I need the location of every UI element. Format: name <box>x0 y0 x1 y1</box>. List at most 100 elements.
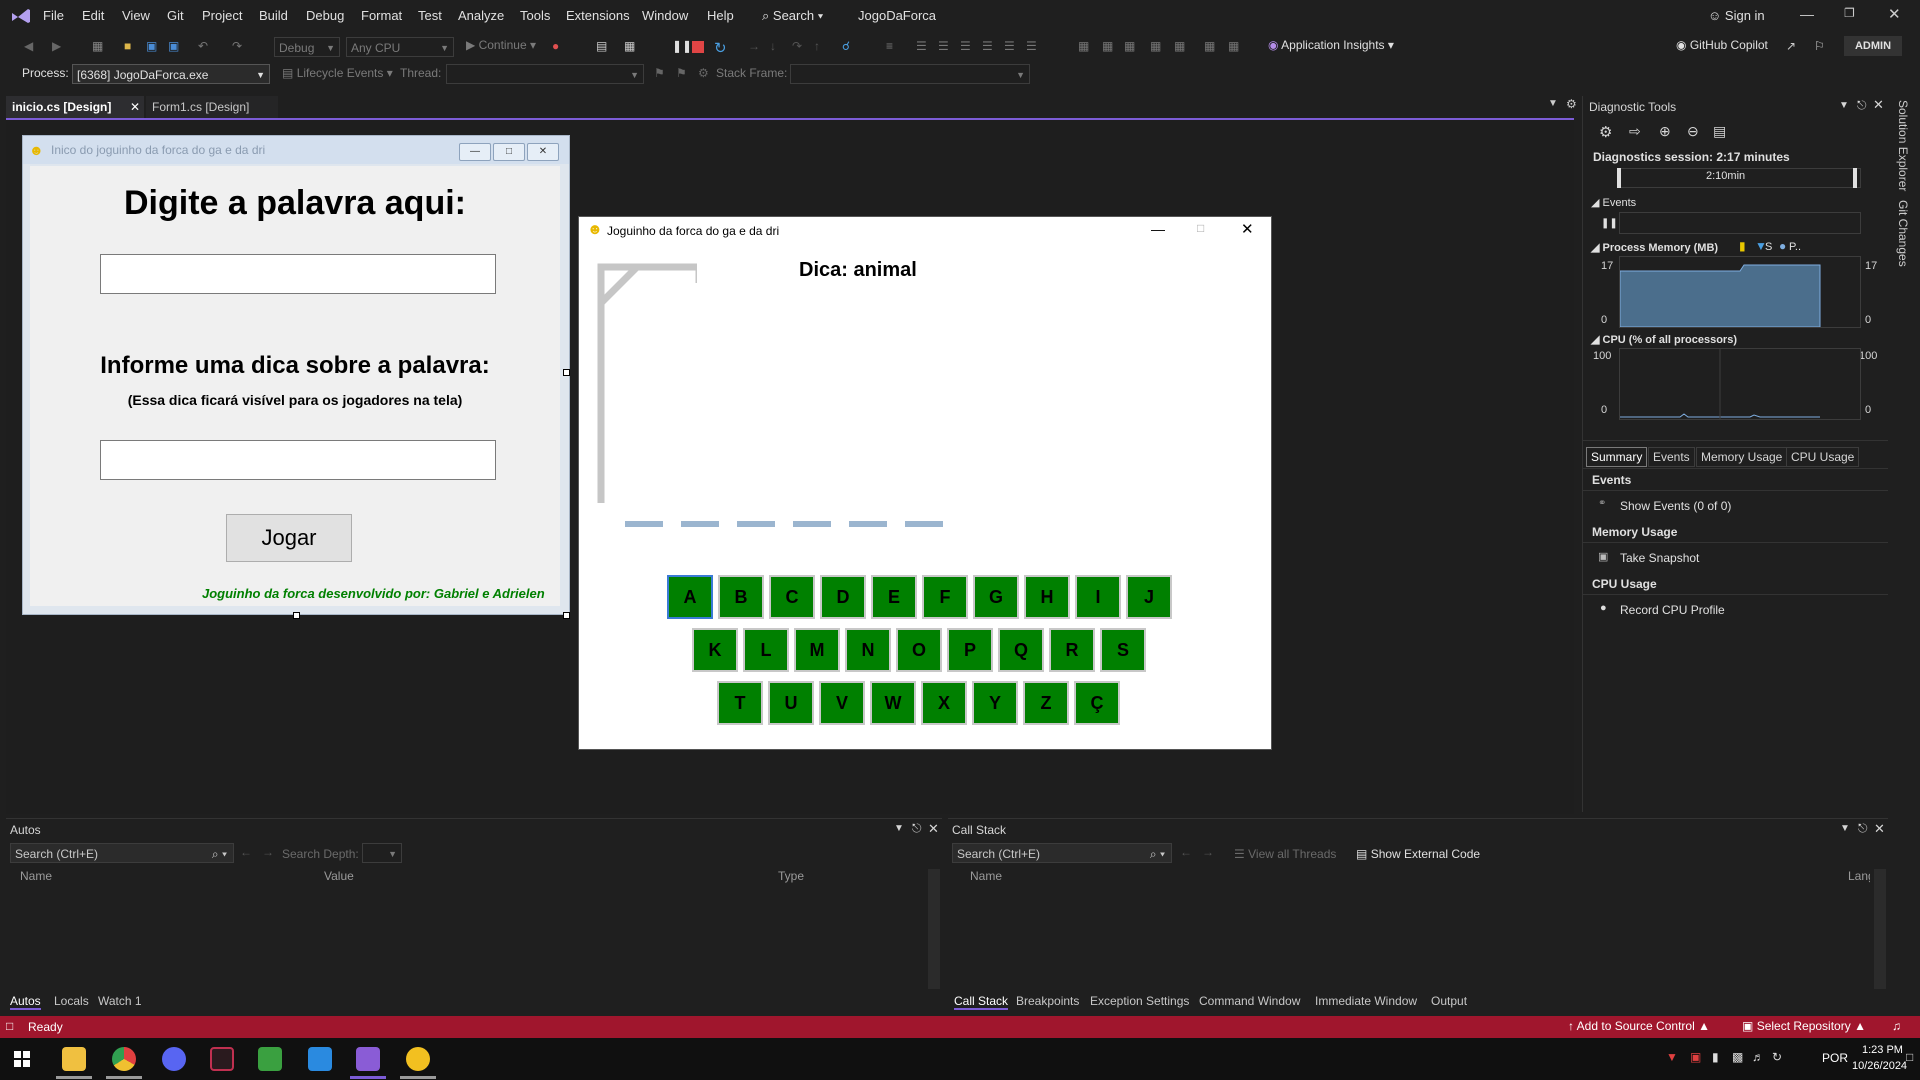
letter-button-n[interactable]: N <box>845 628 891 672</box>
column-lang[interactable]: Lang <box>1848 869 1870 883</box>
browser-link-icon[interactable]: ▤ <box>596 39 612 55</box>
tab-overflow-icon[interactable]: ▼ <box>1548 98 1558 109</box>
undo-icon[interactable]: ↶ <box>198 39 214 55</box>
bring-to-front-icon[interactable]: ▦ <box>1204 39 1220 55</box>
clock-date[interactable]: 10/26/2024 <box>1852 1060 1907 1072</box>
stop-debugging-icon[interactable] <box>692 41 704 53</box>
show-events-link[interactable]: Show Events (0 of 0) <box>1620 499 1731 513</box>
align-left-icon[interactable]: ☰ <box>916 39 932 55</box>
menu-format[interactable]: Format <box>361 8 402 23</box>
open-folder-icon[interactable]: ■ <box>124 39 140 55</box>
letter-button-c[interactable]: C <box>769 575 815 619</box>
letter-button-s[interactable]: S <box>1100 628 1146 672</box>
sync-icon[interactable]: ↻ <box>1772 1050 1782 1064</box>
lifecycle-events-button[interactable]: ▤ Lifecycle Events ▾ <box>282 66 393 80</box>
continue-button[interactable]: ▶ Continue ▾ <box>466 38 536 52</box>
resize-handle-corner[interactable] <box>563 612 570 619</box>
letter-button-z[interactable]: Z <box>1023 681 1069 725</box>
menu-tools[interactable]: Tools <box>520 8 550 23</box>
tab-events[interactable]: Events <box>1648 447 1695 467</box>
column-type[interactable]: Type <box>778 869 804 883</box>
view-all-threads-button[interactable]: ☰ View all Threads <box>1234 847 1336 861</box>
menu-view[interactable]: View <box>122 8 150 23</box>
restart-icon[interactable]: ↻ <box>714 39 730 57</box>
pin-icon[interactable]: ⎋ <box>1858 821 1868 836</box>
menu-build[interactable]: Build <box>259 8 288 23</box>
letter-button-ç[interactable]: Ç <box>1074 681 1120 725</box>
search-menu[interactable]: ⌕ Search ▾ <box>762 8 823 24</box>
letter-button-d[interactable]: D <box>820 575 866 619</box>
tab-memory-usage[interactable]: Memory Usage <box>1696 447 1788 467</box>
tab-cpu-usage[interactable]: CPU Usage <box>1786 447 1860 467</box>
tab-form1-design[interactable]: Form1.cs [Design] <box>146 96 278 118</box>
show-next-statement-icon[interactable]: → <box>748 39 764 55</box>
git-changes-tab[interactable]: Git Changes <box>1896 200 1910 267</box>
panel-menu-icon[interactable]: ▼ <box>1840 823 1850 834</box>
network-icon[interactable]: ▩ <box>1732 1050 1743 1064</box>
tab-inicio-design[interactable]: inicio.cs [Design] ✕ <box>6 96 144 120</box>
align-center-icon[interactable]: ☰ <box>938 39 954 55</box>
letter-button-t[interactable]: T <box>717 681 763 725</box>
visual-studio-icon[interactable] <box>356 1047 380 1071</box>
settings-gear-icon[interactable]: ⚙ <box>1599 123 1612 141</box>
save-all-icon[interactable]: ▣ <box>168 39 184 55</box>
letter-button-m[interactable]: M <box>794 628 840 672</box>
smiley-app-icon[interactable] <box>406 1047 430 1071</box>
letter-button-q[interactable]: Q <box>998 628 1044 672</box>
hangman-minimize-button[interactable]: — <box>1151 221 1165 237</box>
letter-button-j[interactable]: J <box>1126 575 1172 619</box>
letter-button-f[interactable]: F <box>922 575 968 619</box>
record-cpu-profile-button[interactable]: Record CPU Profile <box>1620 603 1725 617</box>
application-insights-button[interactable]: ◉ Application Insights ▾ <box>1268 38 1394 52</box>
letter-button-y[interactable]: Y <box>972 681 1018 725</box>
sign-in-link[interactable]: ☺ Sign in <box>1708 8 1765 23</box>
letter-button-p[interactable]: P <box>947 628 993 672</box>
align-top-icon[interactable]: ☰ <box>982 39 998 55</box>
redo-icon[interactable]: ↷ <box>232 39 248 55</box>
tray-antivirus-icon[interactable]: ▼ <box>1666 1050 1678 1064</box>
letter-button-i[interactable]: I <box>1075 575 1121 619</box>
letter-button-b[interactable]: B <box>718 575 764 619</box>
menu-debug[interactable]: Debug <box>306 8 344 23</box>
solution-explorer-tab[interactable]: Solution Explorer <box>1896 100 1910 191</box>
close-panel-icon[interactable]: ✕ <box>1874 821 1885 837</box>
letter-button-v[interactable]: V <box>819 681 865 725</box>
resize-handle-right[interactable] <box>563 369 570 376</box>
letter-button-w[interactable]: W <box>870 681 916 725</box>
paint-app-icon[interactable] <box>258 1047 282 1071</box>
save-icon[interactable]: ▣ <box>146 39 162 55</box>
add-to-source-control-button[interactable]: ↑ Add to Source Control ▲ <box>1568 1019 1710 1033</box>
process-dropdown[interactable]: [6368] JogoDaForca.exe ▼ <box>72 64 270 84</box>
column-name[interactable]: Name <box>20 869 52 883</box>
tools-icon[interactable]: ⚙ <box>698 66 714 82</box>
take-snapshot-button[interactable]: Take Snapshot <box>1620 551 1699 565</box>
inicio-form-designer[interactable]: ☻ Inico do joguinho da forca do ga e da … <box>22 135 570 619</box>
volume-icon[interactable]: ♬ <box>1752 1050 1764 1064</box>
menu-analyze[interactable]: Analyze <box>458 8 504 23</box>
chrome-icon[interactable] <box>112 1047 136 1071</box>
column-name[interactable]: Name <box>970 869 1002 883</box>
timeline-ruler[interactable]: 2:10min <box>1619 168 1861 188</box>
column-value[interactable]: Value <box>324 869 354 883</box>
notification-center-icon[interactable]: □ <box>1906 1050 1913 1064</box>
close-window-button[interactable]: ✕ <box>1888 5 1901 23</box>
tab-locals[interactable]: Locals <box>54 994 89 1008</box>
center-horizontal-icon[interactable]: ▦ <box>1150 39 1166 55</box>
pin-icon[interactable]: ⎋ <box>912 821 922 836</box>
share-icon[interactable]: ↗ <box>1786 39 1802 55</box>
letter-button-o[interactable]: O <box>896 628 942 672</box>
thread-dropdown[interactable]: ▼ <box>446 64 644 84</box>
github-copilot-button[interactable]: ◉ GitHub Copilot <box>1676 38 1768 52</box>
close-panel-icon[interactable]: ✕ <box>928 821 939 837</box>
letter-button-x[interactable]: X <box>921 681 967 725</box>
menu-help[interactable]: Help <box>707 8 734 23</box>
autos-scrollbar[interactable] <box>928 869 940 989</box>
call-stack-scrollbar[interactable] <box>1874 869 1886 989</box>
play-button[interactable]: Jogar <box>226 514 352 562</box>
menu-file[interactable]: File <box>43 8 64 23</box>
search-depth-dropdown[interactable]: ▼ <box>362 843 402 863</box>
tab-immediate-window[interactable]: Immediate Window <box>1315 994 1417 1008</box>
letter-button-l[interactable]: L <box>743 628 789 672</box>
clock-time[interactable]: 1:23 PM <box>1862 1044 1903 1056</box>
letter-button-e[interactable]: E <box>871 575 917 619</box>
